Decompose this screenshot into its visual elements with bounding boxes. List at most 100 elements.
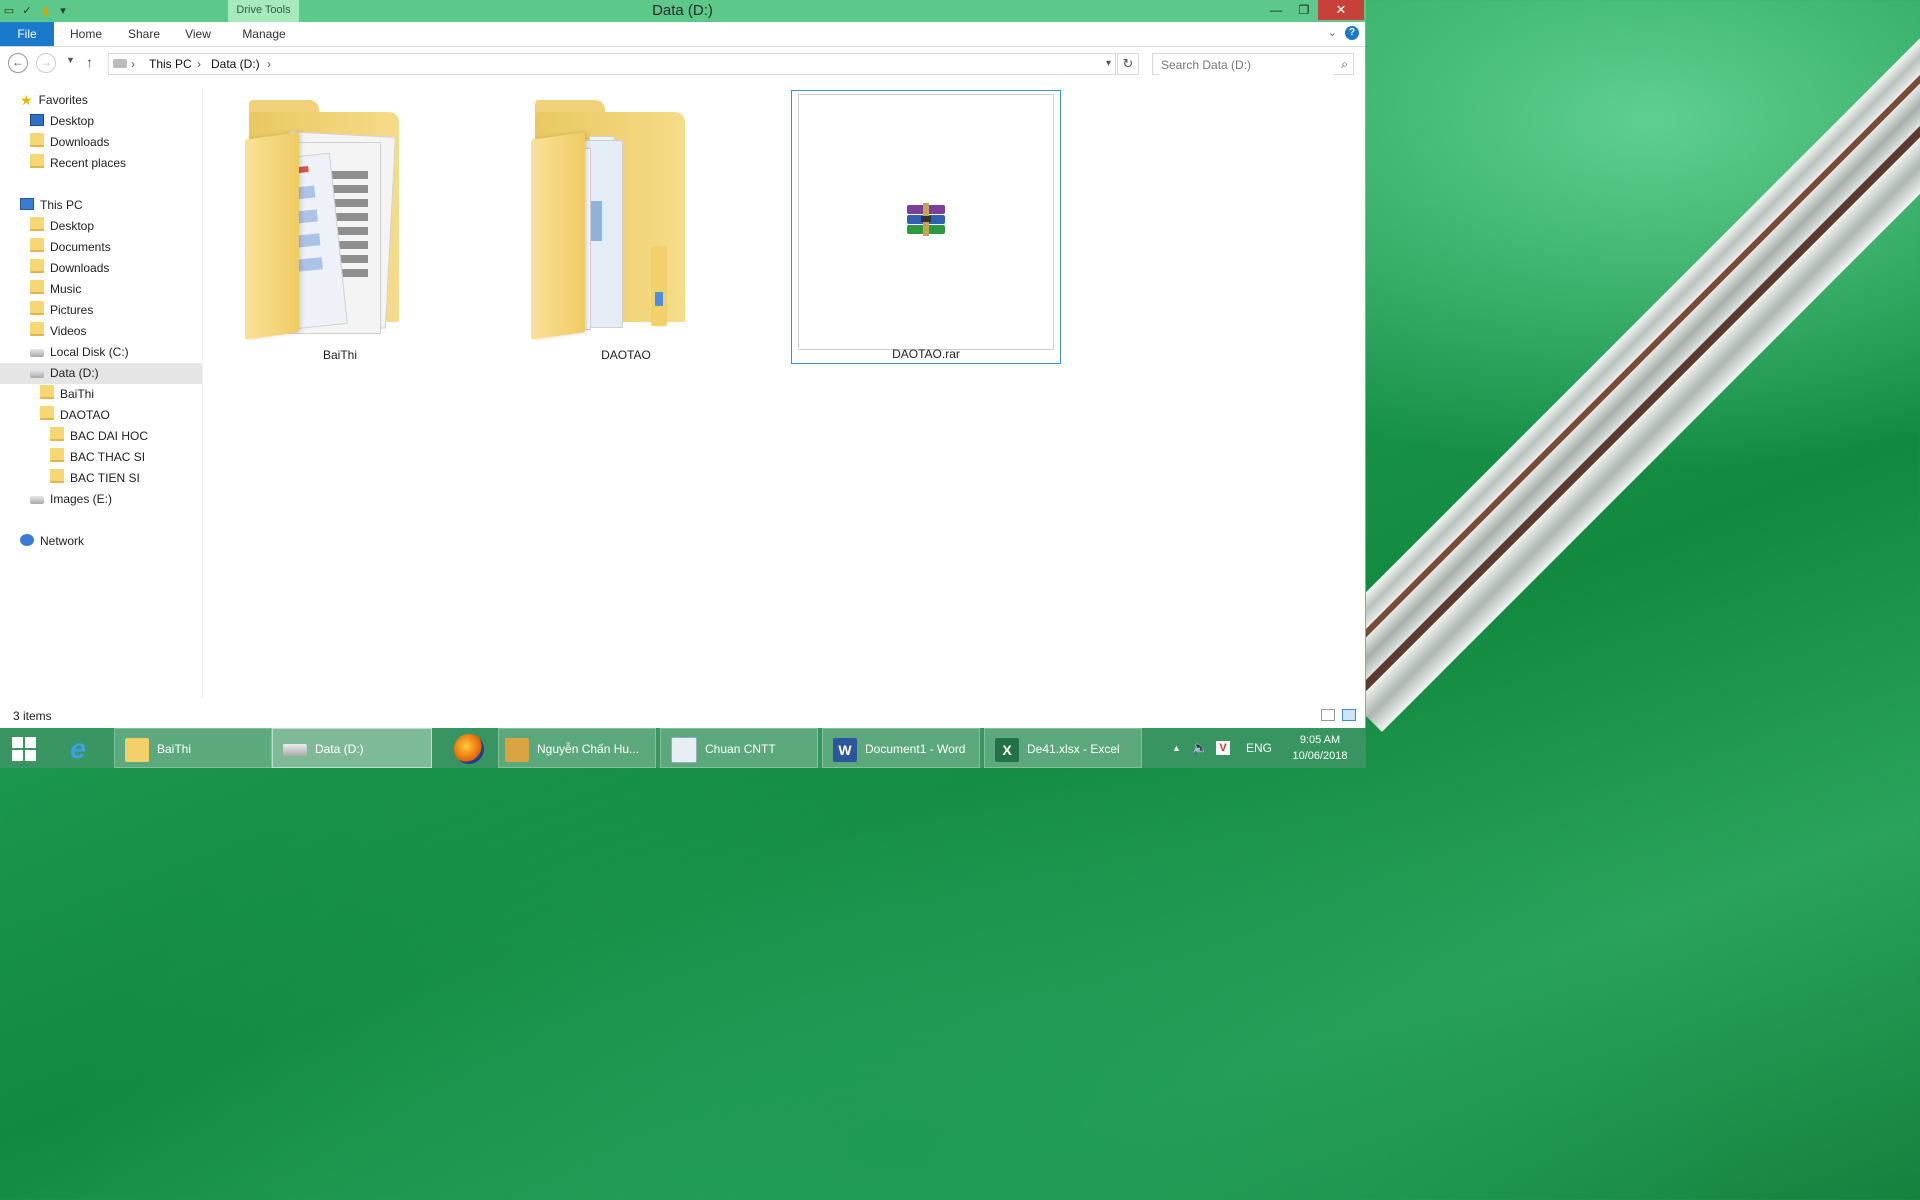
file-item-daotao-rar[interactable]: DAOTAO.rar	[791, 90, 1061, 364]
folder-icon	[40, 406, 54, 420]
breadcrumb-separator[interactable]: ›	[131, 54, 135, 74]
search-icon[interactable]: ⌕	[1341, 57, 1348, 72]
nav-recent-places[interactable]: Recent places	[30, 153, 126, 174]
taskbar-item-word[interactable]: W Document1 - Word	[822, 728, 980, 768]
nav-bac-tien-si[interactable]: BAC TIEN SI	[50, 468, 140, 489]
tab-file[interactable]: File	[0, 22, 54, 46]
breadcrumb-separator[interactable]: ›	[267, 54, 271, 74]
nav-label: BAC THAC SI	[70, 450, 146, 464]
firefox-icon	[454, 733, 484, 764]
back-button[interactable]: ←	[8, 53, 28, 73]
nav-daotao[interactable]: DAOTAO	[40, 405, 110, 426]
forward-button[interactable]: →	[36, 53, 56, 73]
folder-icon	[50, 427, 64, 441]
clock-date: 10/06/2018	[1292, 750, 1348, 762]
taskbar-item-chuan-cntt[interactable]: Chuan CNTT	[660, 728, 818, 768]
folder-icon	[125, 737, 149, 762]
nav-bac-dai-hoc[interactable]: BAC DAI HOC	[50, 426, 148, 447]
explorer-window: ▭ ✓ ▮ ▾ Drive Tools Data (D:) — ❐ ✕ File…	[0, 0, 1366, 728]
taskbar-item-data-d[interactable]: Data (D:)	[272, 728, 432, 768]
nav-data-d[interactable]: Data (D:)	[0, 363, 202, 384]
drive-icon	[113, 59, 127, 68]
taskbar-item-excel[interactable]: X De41.xlsx - Excel	[984, 728, 1142, 768]
taskbar-item-baithi[interactable]: BaiThi	[114, 728, 272, 768]
start-button[interactable]	[12, 737, 36, 761]
tab-home[interactable]: Home	[66, 22, 106, 46]
nav-pictures[interactable]: Pictures	[30, 300, 93, 321]
nav-label: BAC DAI HOC	[70, 429, 149, 443]
nav-label: BAC TIEN SI	[70, 471, 140, 485]
nav-label: Documents	[50, 240, 111, 254]
expand-ribbon-icon[interactable]: ⌄	[1328, 26, 1337, 39]
folder-icon	[40, 385, 54, 399]
recent-locations-icon[interactable]: ▼	[66, 55, 75, 65]
tab-view[interactable]: View	[180, 22, 216, 46]
drive-icon	[30, 370, 44, 378]
internet-explorer-pin[interactable]: e	[60, 728, 102, 768]
refresh-button[interactable]: ↻	[1117, 53, 1139, 75]
taskbar-label: Data (D:)	[315, 742, 364, 756]
show-hidden-icons[interactable]: ▲	[1172, 728, 1181, 768]
up-button[interactable]: ↑	[86, 54, 93, 70]
nav-label: Data (D:)	[50, 366, 99, 380]
taskbar-label: Nguyễn Chấn Hu...	[537, 742, 640, 756]
search-input[interactable]	[1159, 55, 1333, 75]
tab-share[interactable]: Share	[124, 22, 164, 46]
nav-label: BaiThi	[60, 387, 95, 401]
nav-label: Favorites	[38, 93, 88, 107]
nav-favorites-downloads[interactable]: Downloads	[30, 132, 109, 153]
volume-icon[interactable]: 🔈	[1192, 728, 1208, 768]
folder-icon	[245, 96, 435, 341]
file-item-baithi[interactable]: BaiThi	[205, 90, 475, 364]
help-icon[interactable]: ?	[1345, 26, 1359, 40]
file-item-daotao[interactable]: DAOTAO	[491, 90, 761, 364]
tab-manage[interactable]: Manage	[234, 22, 294, 46]
nav-videos[interactable]: Videos	[30, 321, 86, 342]
file-list: BaiThi DAOTAO DAOTAO.rar	[204, 88, 1364, 698]
breadcrumb-data-d[interactable]: Data (D:)	[211, 54, 260, 74]
taskbar-label: Document1 - Word	[865, 742, 966, 756]
downloads-folder-icon	[30, 133, 44, 147]
nav-label: Downloads	[50, 261, 110, 275]
file-name: BaiThi	[322, 348, 357, 362]
folder-icon	[30, 259, 44, 273]
input-language[interactable]: ENG	[1246, 728, 1272, 768]
large-icons-view-icon[interactable]	[1342, 709, 1356, 721]
address-bar[interactable]: › This PC › Data (D:) › ▾	[108, 53, 1116, 75]
close-button[interactable]: ✕	[1318, 0, 1364, 20]
antivirus-icon[interactable]: V	[1216, 728, 1230, 768]
nav-baithi[interactable]: BaiThi	[40, 384, 94, 405]
nav-label: Desktop	[50, 219, 95, 233]
details-view-icon[interactable]	[1321, 709, 1335, 721]
nav-downloads[interactable]: Downloads	[30, 258, 109, 279]
recent-places-icon	[30, 154, 44, 168]
title-bar[interactable]: ▭ ✓ ▮ ▾ Drive Tools Data (D:) — ❐ ✕	[0, 0, 1365, 22]
clock[interactable]: 9:05 AM 10/06/2018	[1280, 732, 1360, 764]
firefox-pin[interactable]	[444, 728, 486, 768]
minimize-button[interactable]: —	[1262, 0, 1290, 20]
file-name: DAOTAO.rar	[892, 347, 960, 361]
address-dropdown-icon[interactable]: ▾	[1106, 54, 1111, 74]
item-count: 3 items	[13, 709, 52, 723]
nav-local-disk-c[interactable]: Local Disk (C:)	[30, 342, 129, 363]
folder-icon	[50, 448, 64, 462]
taskbar: e BaiThi Data (D:) Nguyễn Chấn Hu... Chu…	[0, 728, 1366, 768]
nav-network[interactable]: Network	[20, 531, 84, 552]
nav-music[interactable]: Music	[30, 279, 81, 300]
nav-label: Pictures	[50, 303, 94, 317]
nav-bac-thac-si[interactable]: BAC THAC SI	[50, 447, 145, 468]
nav-favorites[interactable]: ★ Favorites	[20, 90, 88, 111]
nav-desktop[interactable]: Desktop	[30, 216, 94, 237]
nav-images-e[interactable]: Images (E:)	[30, 489, 112, 510]
restore-button[interactable]: ❐	[1290, 0, 1318, 20]
nav-this-pc[interactable]: This PC	[20, 195, 83, 216]
breadcrumb-this-pc[interactable]: This PC	[149, 54, 192, 74]
desktop-icon	[30, 114, 44, 126]
nav-favorites-desktop[interactable]: Desktop	[30, 111, 94, 132]
search-box: ⌕	[1152, 53, 1354, 75]
nav-label: DAOTAO	[60, 408, 110, 422]
taskbar-item-nguyen[interactable]: Nguyễn Chấn Hu...	[498, 728, 656, 768]
breadcrumb-separator[interactable]: ›	[197, 54, 201, 74]
excel-icon: X	[995, 737, 1019, 762]
nav-documents[interactable]: Documents	[30, 237, 111, 258]
